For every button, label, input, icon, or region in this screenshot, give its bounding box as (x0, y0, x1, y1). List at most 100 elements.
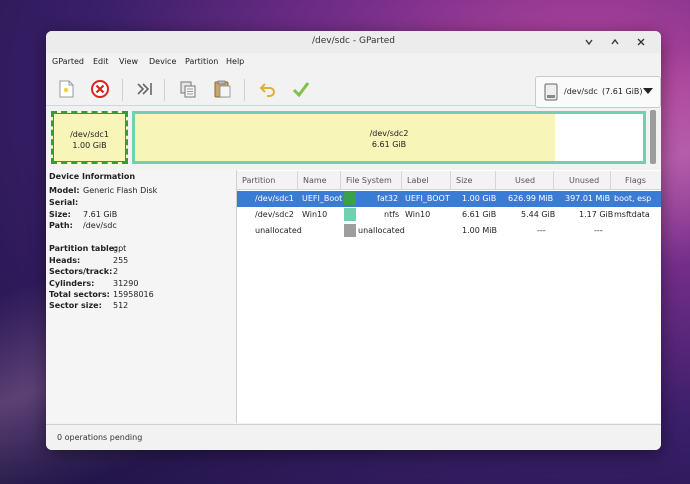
cell-used: 5.44 GiB (521, 210, 556, 219)
cell-name: Win10 (302, 210, 328, 219)
menu-edit[interactable]: Edit (93, 57, 109, 66)
info-label: Path: (49, 221, 73, 230)
device-selector-path: /dev/sdc (564, 87, 598, 96)
column-header-name[interactable]: Name (298, 171, 341, 190)
delete-icon (91, 80, 109, 98)
new-partition-button[interactable] (54, 77, 78, 101)
info-label: Model: (49, 186, 80, 195)
status-text: 0 operations pending (57, 433, 143, 442)
cell-unused: 1.17 GiB (579, 210, 614, 219)
resize-move-button[interactable] (132, 77, 156, 101)
cell-unused: --- (594, 226, 603, 235)
cell-partition: /dev/sdc2 (255, 210, 294, 219)
paste-icon (214, 80, 231, 98)
column-header-flags[interactable]: Flags (611, 171, 661, 190)
cell-flags: msftdata (614, 210, 650, 219)
cell-used: 626.99 MiB (508, 194, 554, 203)
graph-sdc1-name: /dev/sdc1 (70, 130, 109, 139)
fs-color-swatch (344, 192, 356, 205)
info-label: Sectors/track: (49, 267, 113, 276)
new-partition-icon (59, 80, 74, 98)
table-row[interactable]: /dev/sdc2 Win10 ntfs Win10 6.61 GiB 5.44… (237, 207, 661, 223)
gparted-window: /dev/sdc - GParted GParted Edit View Dev… (46, 31, 661, 450)
info-value: 512 (113, 301, 129, 310)
delete-button[interactable] (88, 77, 112, 101)
column-header-filesystem[interactable]: File System (341, 171, 402, 190)
info-label: Sector size: (49, 301, 102, 310)
graph-sdc1-size: 1.00 GiB (72, 141, 107, 150)
info-value: 15958016 (113, 290, 154, 299)
cell-size: 1.00 MiB (462, 226, 497, 235)
info-label: Cylinders: (49, 279, 95, 288)
menu-view[interactable]: View (119, 57, 138, 66)
undo-icon (259, 83, 275, 97)
fs-color-swatch (344, 208, 356, 221)
partition-graph: /dev/sdc1 1.00 GiB /dev/sdc2 6.61 GiB (48, 108, 659, 168)
info-label: Total sectors: (49, 290, 110, 299)
close-button[interactable] (633, 34, 649, 50)
graph-partition-sdc1[interactable]: /dev/sdc1 1.00 GiB (51, 111, 128, 164)
cell-flags: boot, esp (614, 194, 652, 203)
device-info-panel: Device Information Model: Generic Flash … (46, 170, 237, 423)
apply-icon (292, 82, 310, 98)
partition-table: Partition Name File System Label Size Us… (237, 170, 661, 423)
status-bar: 0 operations pending (46, 424, 661, 450)
cell-unused: 397.01 MiB (565, 194, 611, 203)
toolbar-separator (122, 79, 123, 101)
window-title: /dev/sdc - GParted (312, 36, 395, 46)
graph-scrollbar[interactable] (650, 110, 656, 164)
info-value: 2 (113, 267, 119, 276)
toolbar-separator (244, 79, 245, 101)
cell-label: Win10 (405, 210, 431, 219)
cell-label: UEFI_BOOT (405, 194, 450, 203)
graph-partition-sdc2[interactable]: /dev/sdc2 6.61 GiB (132, 111, 646, 164)
device-selector-size: (7.61 GiB) (602, 87, 643, 96)
drive-icon (544, 83, 558, 101)
column-header-unused[interactable]: Unused (554, 171, 611, 190)
fs-color-swatch (344, 224, 356, 237)
title-bar: /dev/sdc - GParted (46, 31, 661, 53)
cell-size: 1.00 GiB (462, 194, 497, 203)
info-value: /dev/sdc (83, 221, 117, 230)
info-label: Serial: (49, 198, 79, 207)
copy-icon (180, 81, 196, 98)
apply-button[interactable] (289, 77, 313, 101)
device-selector[interactable]: /dev/sdc (7.61 GiB) (535, 76, 661, 108)
toolbar-separator (164, 79, 165, 101)
cell-used: --- (537, 226, 546, 235)
info-value: 7.61 GiB (83, 210, 118, 219)
column-header-partition[interactable]: Partition (237, 171, 298, 190)
menu-device[interactable]: Device (149, 57, 176, 66)
column-header-used[interactable]: Used (496, 171, 554, 190)
table-row[interactable]: /dev/sdc1 UEFI_Boot fat32 UEFI_BOOT 1.00… (237, 191, 661, 207)
info-label: Partition table: (49, 244, 118, 253)
column-header-size[interactable]: Size (451, 171, 496, 190)
chevron-up-icon (611, 38, 619, 45)
chevron-down-icon (585, 39, 593, 46)
close-icon (637, 38, 645, 46)
graph-sdc2-size: 6.61 GiB (371, 140, 407, 149)
undo-button[interactable] (256, 77, 280, 101)
dropdown-arrow-icon (643, 88, 653, 94)
info-value: gpt (113, 244, 127, 253)
copy-button[interactable] (176, 77, 200, 101)
graph-sdc2-name: /dev/sdc2 (369, 129, 409, 138)
menu-gparted[interactable]: GParted (52, 57, 84, 66)
paste-button[interactable] (210, 77, 234, 101)
cell-size: 6.61 GiB (462, 210, 497, 219)
info-value: 31290 (113, 279, 139, 288)
cell-partition: /dev/sdc1 (255, 194, 294, 203)
menu-partition[interactable]: Partition (185, 57, 218, 66)
column-header-label[interactable]: Label (402, 171, 451, 190)
menu-bar: GParted Edit View Device Partition Help (46, 57, 661, 71)
maximize-button[interactable] (607, 34, 623, 50)
info-value: Generic Flash Disk (83, 186, 158, 195)
info-label: Heads: (49, 256, 81, 265)
cell-filesystem: fat32 (377, 194, 399, 203)
device-info-heading: Device Information (49, 172, 136, 181)
cell-filesystem: ntfs (384, 210, 400, 219)
minimize-button[interactable] (581, 34, 597, 50)
table-row[interactable]: unallocated unallocated 1.00 MiB --- --- (237, 223, 661, 239)
menu-help[interactable]: Help (226, 57, 244, 66)
info-label: Size: (49, 210, 71, 219)
